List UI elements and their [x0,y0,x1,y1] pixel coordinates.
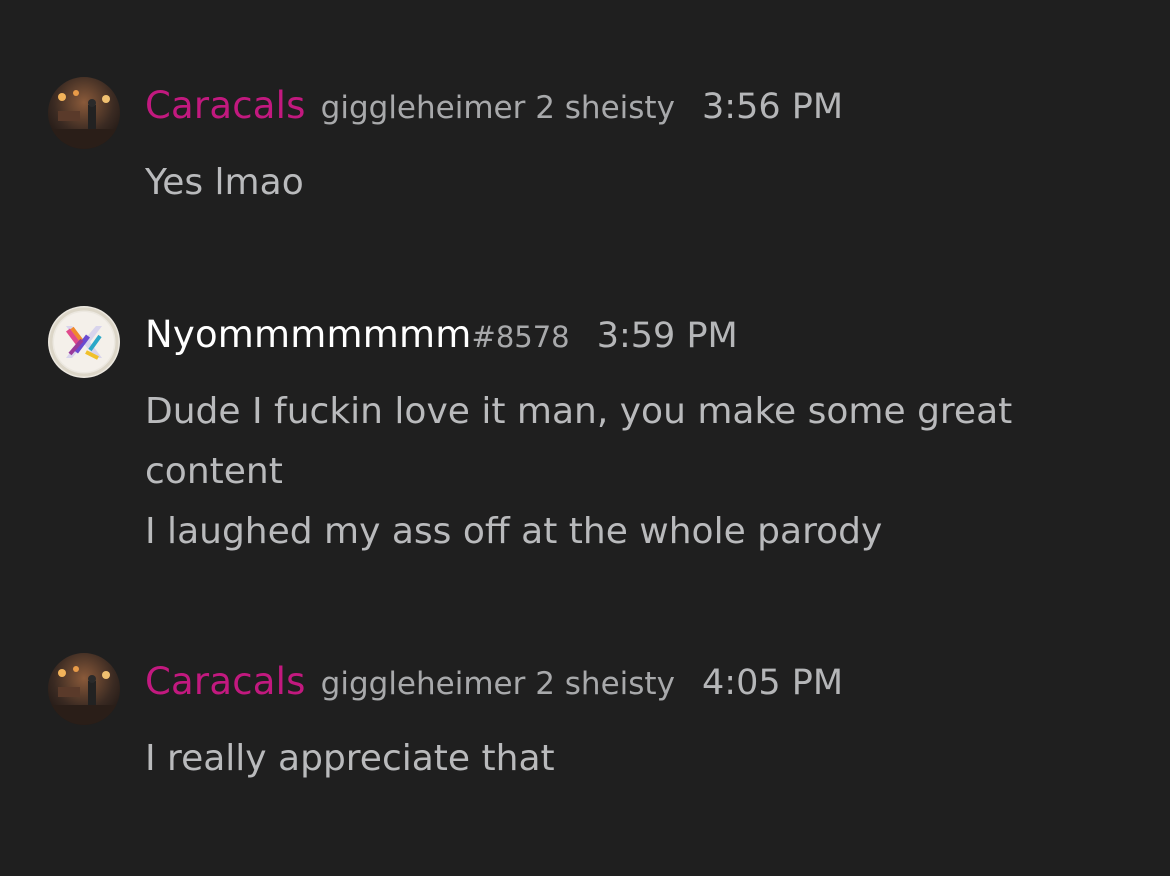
avatar-image [48,653,120,725]
message-line: Yes lmao [145,162,304,203]
message-line: I laughed my ass off at the whole parody [145,511,883,552]
message-content: I really appreciate that [145,729,1105,789]
timestamp: 4:05 PM [702,663,844,703]
message-line: content [145,451,283,492]
message-line: Dude I fuckin love it man, you make some… [145,391,1013,432]
message-header: Caracals giggleheimer 2 sheisty 4:05 PM [145,660,843,703]
message-header: Caracals giggleheimer 2 sheisty 3:56 PM [145,84,843,127]
chat-log: Caracals giggleheimer 2 sheisty 3:56 PM … [0,0,1170,876]
message-content: Yes lmao [145,153,1105,213]
avatar-image [48,306,120,378]
timestamp: 3:56 PM [702,87,844,127]
username[interactable]: Caracals [145,660,306,703]
avatar[interactable] [48,653,120,725]
user-tag: giggleheimer 2 sheisty [320,666,675,702]
message-content: Dude I fuckin love it man, you make some… [145,382,1105,562]
username[interactable]: Nyommmmmmm [145,313,472,356]
avatar[interactable] [48,77,120,149]
user-tag: giggleheimer 2 sheisty [320,90,675,126]
avatar[interactable] [48,306,120,378]
user-discriminator: #8578 [471,320,570,354]
timestamp: 3:59 PM [596,316,738,356]
avatar-image [48,77,120,149]
message-line: I really appreciate that [145,738,555,779]
username[interactable]: Caracals [145,84,306,127]
message-header: Nyommmmmmm#8578 3:59 PM [145,313,738,356]
